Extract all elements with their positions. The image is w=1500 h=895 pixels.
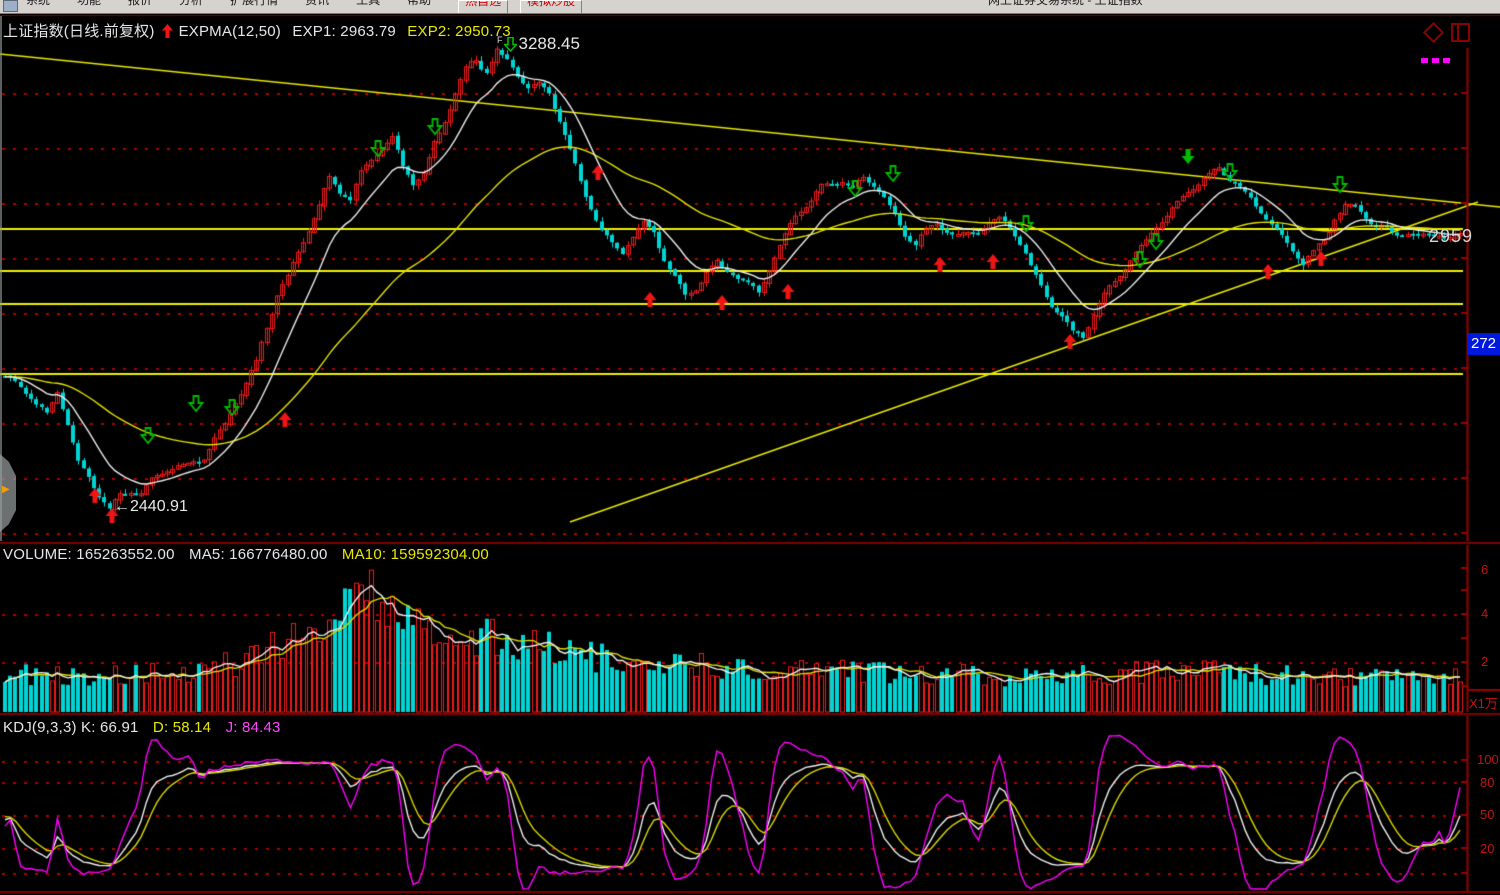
split-window-icon[interactable] (1451, 23, 1470, 42)
menu-item-tools[interactable]: 工具 (356, 0, 380, 13)
sim-trading-button[interactable]: 模拟炒股 (520, 0, 582, 14)
dash (1443, 58, 1450, 63)
volume-ma10: MA10: 159592304.00 (342, 546, 489, 563)
menu-item-label: 分析 (179, 0, 203, 7)
kdj-header: KDJ(9,3,3) K: 66.91 D: 58.14 J: 84.43 (3, 719, 281, 736)
button-label: 模拟炒股 (527, 0, 575, 8)
expma-indicator-label: EXPMA(12,50) (179, 23, 281, 40)
volume-header: VOLUME: 165263552.00 MA5: 166776480.00 M… (3, 546, 489, 563)
menu-item-news[interactable]: 资讯 (305, 0, 329, 13)
menu-item-label: 帮助 (407, 0, 431, 7)
symbol-title[interactable]: 上证指数(日线.前复权) (3, 23, 155, 40)
menu-item-label: 资讯 (305, 0, 329, 7)
peak-marker: F (497, 35, 503, 45)
menu-item-label: 扩展行情 (230, 0, 278, 7)
menu-item-function[interactable]: 功能 (77, 0, 101, 13)
kdj-k-value: KDJ(9,3,3) K: 66.91 (3, 719, 139, 736)
menu-item-label: 工具 (356, 0, 380, 7)
up-arrow-icon (162, 24, 173, 38)
volume-axis-label: 6 (1481, 562, 1488, 577)
kdj-axis-label: 50 (1480, 807, 1494, 822)
exp1-value: EXP1: 2963.79 (292, 23, 396, 40)
menu-bar: 系统 功能 报价 分析 扩展行情 资讯 工具 帮助 热自选 模拟炒股 网上证券交… (0, 0, 1500, 14)
menu-item-system[interactable]: 系统 (26, 0, 50, 13)
kdj-d-value: D: 58.14 (153, 719, 211, 736)
trough-annotation: ←2440.91 (114, 498, 188, 516)
peak-annotation: F 3288.45 (497, 34, 580, 54)
menu-item-label: 功能 (77, 0, 101, 7)
volume-axis-label: 2 (1481, 654, 1488, 669)
app-icon (3, 0, 18, 12)
kdj-axis-label: 100 (1477, 752, 1499, 767)
kdj-axis-label: 80 (1480, 775, 1494, 790)
menu-item-label: 系统 (26, 0, 50, 7)
menu-item-quote[interactable]: 报价 (128, 0, 152, 13)
trading-terminal-window: 系统 功能 报价 分析 扩展行情 资讯 工具 帮助 热自选 模拟炒股 网上证券交… (0, 0, 1500, 895)
volume-unit-label: X1万 (1469, 693, 1498, 712)
button-label: 热自选 (465, 0, 501, 8)
exp2-value: EXP2: 2950.73 (407, 23, 511, 40)
expand-arrow-icon: ▶ (2, 484, 10, 495)
left-edge-strip (0, 16, 2, 541)
volume-axis-label: 4 (1481, 606, 1488, 621)
menu-item-label: 报价 (128, 0, 152, 7)
menu-item-extended-quote[interactable]: 扩展行情 (230, 0, 278, 13)
price-tag: 272 (1468, 333, 1500, 355)
volume-value: VOLUME: 165263552.00 (3, 546, 175, 563)
window-title-text: 网上证券交易系统 - 上证指数 (988, 0, 1143, 7)
dash (1421, 58, 1428, 63)
kdj-j-value: J: 84.43 (226, 719, 281, 736)
window-title: 网上证券交易系统 - 上证指数 (988, 0, 1143, 13)
main-chart-header: 上证指数(日线.前复权) EXPMA(12,50) EXP1: 2963.79 E… (3, 20, 518, 41)
sell-arrow-icon (504, 37, 517, 52)
kdj-axis-label: 20 (1480, 841, 1494, 856)
last-price-label: 2959 (1429, 226, 1473, 247)
volume-ma5: MA5: 166776480.00 (189, 546, 328, 563)
dash (1432, 58, 1439, 63)
chart-canvas[interactable] (0, 0, 1500, 895)
hot-watchlist-button[interactable]: 热自选 (458, 0, 508, 14)
menu-item-analysis[interactable]: 分析 (179, 0, 203, 13)
magenta-dashes-icon (1421, 58, 1450, 63)
menu-item-help[interactable]: 帮助 (407, 0, 431, 13)
peak-value-label: 3288.45 (519, 34, 580, 53)
